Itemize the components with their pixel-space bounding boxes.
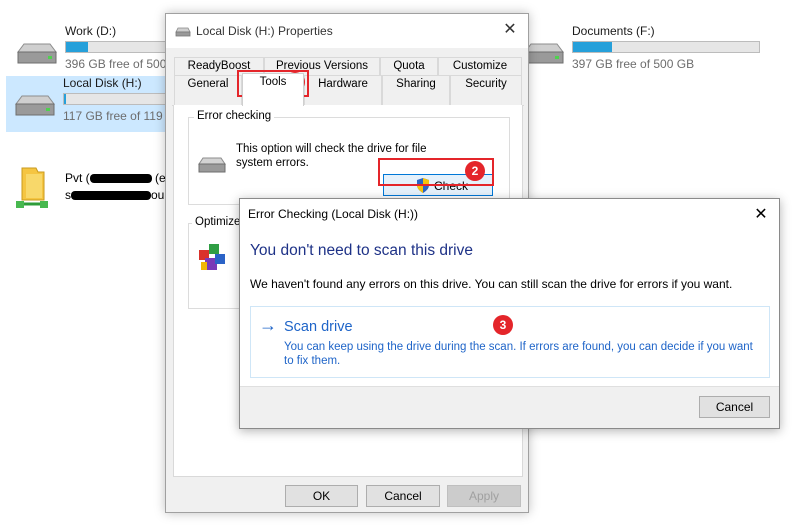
scan-drive-option[interactable]: → Scan drive You can keep using the driv… [250, 306, 770, 378]
drive-usage-bar [65, 41, 170, 53]
network-drive-item[interactable]: Pvt ( (e s ou [8, 160, 168, 212]
network-drive-path-end: ou [151, 188, 165, 202]
tab-customize[interactable]: Customize [438, 57, 522, 75]
drive-item-local-disk[interactable]: Local Disk (H:) 117 GB free of 119 GB [6, 76, 183, 132]
defragment-icon [199, 244, 225, 270]
optimize-title: Optimize [192, 216, 244, 228]
network-drive-label: Pvt ( (e [65, 171, 166, 185]
drive-usage-fill [66, 42, 88, 52]
hard-drive-icon [15, 95, 55, 116]
network-drive-path: s ou [65, 188, 164, 202]
close-icon[interactable]: ✕ [751, 204, 771, 224]
drive-usage-fill [64, 94, 67, 104]
scan-drive-title: Scan drive [284, 319, 353, 335]
drive-name: Work (D:) [65, 24, 117, 38]
drive-item-documents[interactable]: Documents (F:) 397 GB free of 500 GB [515, 24, 775, 76]
drive-name: Local Disk (H:) [63, 76, 142, 90]
apply-button: Apply [447, 485, 521, 507]
redacted-text [89, 174, 152, 184]
step-badge-3: 3 [493, 315, 513, 335]
ok-button[interactable]: OK [285, 485, 358, 507]
drive-name: Documents (F:) [572, 24, 655, 38]
error-dialog-message: We haven't found any errors on this driv… [250, 277, 733, 291]
tab-general[interactable]: General [174, 75, 242, 105]
drive-item-work[interactable]: Work (D:) 396 GB free of 500 GB [8, 24, 187, 76]
network-folder-icon [16, 167, 48, 208]
cancel-button[interactable]: Cancel [366, 485, 440, 507]
hard-drive-icon [17, 43, 57, 64]
drive-usage-fill [573, 42, 613, 52]
properties-title: Local Disk (H:) Properties [196, 24, 333, 38]
tab-tools[interactable]: Tools [242, 73, 304, 106]
tab-hardware[interactable]: Hardware [304, 75, 382, 105]
drive-free-space: 397 GB free of 500 GB [572, 57, 695, 71]
drive-title-icon [175, 27, 191, 37]
error-dialog-title: Error Checking (Local Disk (H:)) [248, 207, 419, 221]
error-checking-title: Error checking [194, 110, 275, 122]
scan-drive-description: You can keep using the drive during the … [284, 341, 753, 367]
error-checking-dialog: Error Checking (Local Disk (H:)) ✕ You d… [239, 198, 780, 429]
tab-security[interactable]: Security [450, 75, 522, 105]
drive-usage-bar [63, 93, 168, 105]
properties-titlebar[interactable]: Local Disk (H:) Properties ✕ [166, 14, 528, 48]
step-badge-2: 2 [465, 161, 485, 181]
error-dialog-heading: You don't need to scan this drive [250, 242, 473, 259]
close-icon[interactable]: ✕ [500, 20, 520, 40]
hard-drive-icon [198, 157, 226, 173]
drive-usage-bar [572, 41, 760, 53]
error-dialog-footer: Cancel [240, 386, 779, 428]
redacted-text [71, 191, 151, 201]
cancel-button[interactable]: Cancel [699, 396, 770, 418]
network-drive-label-start: Pvt ( [65, 171, 90, 185]
tab-sharing[interactable]: Sharing [382, 75, 450, 105]
arrow-right-icon: → [259, 315, 277, 335]
tab-quota[interactable]: Quota [380, 57, 438, 75]
